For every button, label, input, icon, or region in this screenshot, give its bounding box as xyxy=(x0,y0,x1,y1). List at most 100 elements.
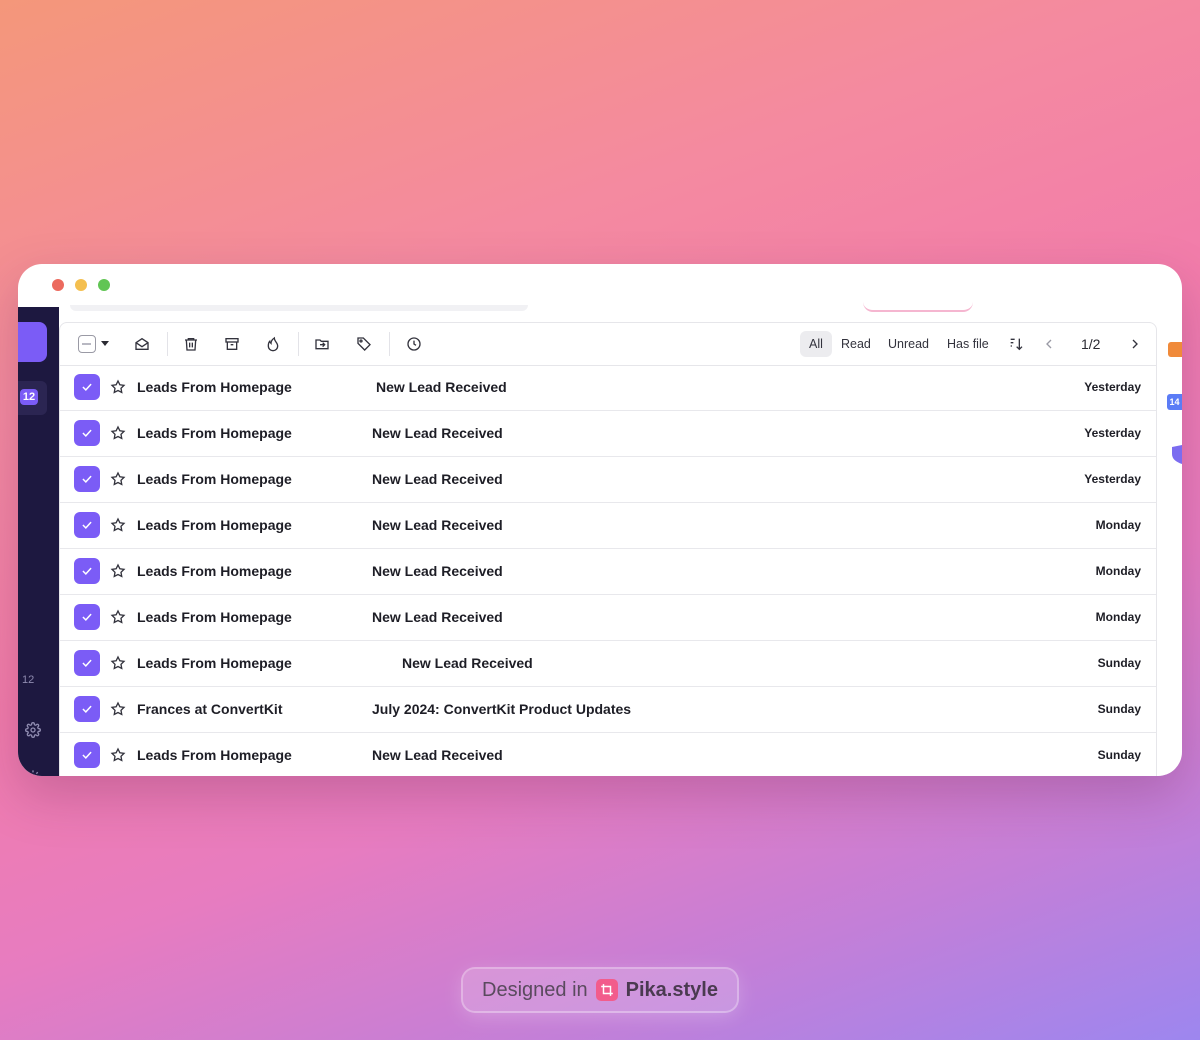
email-date: Yesterday xyxy=(1084,380,1141,394)
checkmark-icon xyxy=(82,705,92,713)
close-window-button[interactable] xyxy=(52,279,64,291)
row-checkbox[interactable] xyxy=(74,512,100,538)
row-checkbox[interactable] xyxy=(74,420,100,446)
checkmark-icon xyxy=(82,475,92,483)
email-subject: New Lead Received xyxy=(402,655,533,671)
checkmark-icon xyxy=(82,521,92,529)
checkmark-icon xyxy=(82,659,92,667)
email-subject: New Lead Received xyxy=(372,517,503,533)
pika-style-credit: Designed in Pika.style xyxy=(463,969,737,1011)
star-icon[interactable] xyxy=(110,425,126,441)
email-date: Yesterday xyxy=(1084,426,1141,440)
email-subject: New Lead Received xyxy=(372,471,503,487)
star-icon[interactable] xyxy=(110,701,126,717)
previous-page-chevron-icon[interactable] xyxy=(1039,334,1059,354)
email-list-panel: All Read Unread Has file 1/2 Leads From … xyxy=(59,322,1157,776)
star-icon[interactable] xyxy=(110,609,126,625)
archive-icon[interactable] xyxy=(222,334,242,354)
row-checkbox[interactable] xyxy=(74,696,100,722)
minimize-window-button[interactable] xyxy=(75,279,87,291)
mark-read-envelope-icon[interactable] xyxy=(132,334,152,354)
filter-all[interactable]: All xyxy=(800,331,832,357)
pika-logo-icon xyxy=(595,979,618,1001)
email-date: Sunday xyxy=(1097,702,1141,716)
sort-order-icon[interactable] xyxy=(1006,334,1026,354)
email-toolbar: All Read Unread Has file 1/2 xyxy=(60,323,1156,366)
spam-flame-icon[interactable] xyxy=(263,334,283,354)
email-row[interactable]: Leads From Homepage New Lead Received Mo… xyxy=(60,503,1156,549)
email-subject: New Lead Received xyxy=(372,609,503,625)
email-row[interactable]: Leads From Homepage New Lead Received Mo… xyxy=(60,595,1156,641)
row-checkbox[interactable] xyxy=(74,558,100,584)
filter-read[interactable]: Read xyxy=(832,331,880,357)
unread-count-badge: 12 xyxy=(20,389,38,405)
sidebar-item-inbox[interactable]: 12 xyxy=(18,381,47,415)
email-row[interactable]: Leads From Homepage New Lead Received Mo… xyxy=(60,549,1156,595)
credit-prefix: Designed in xyxy=(482,978,588,1001)
email-row[interactable]: Leads From Homepage New Lead Received Ye… xyxy=(60,457,1156,503)
select-dropdown-caret-icon[interactable] xyxy=(101,341,109,346)
select-all-checkbox[interactable] xyxy=(78,335,96,353)
email-sender: Leads From Homepage xyxy=(137,655,292,671)
mail-app-window: 12 12 All Read Unread Has file 1/2 Leads… xyxy=(18,264,1182,776)
email-subject: New Lead Received xyxy=(372,747,503,763)
sidebar: 12 12 xyxy=(18,307,59,776)
email-row[interactable]: Leads From Homepage New Lead Received Ye… xyxy=(60,411,1156,457)
email-sender: Leads From Homepage xyxy=(137,609,292,625)
star-icon[interactable] xyxy=(110,563,126,579)
email-date: Monday xyxy=(1095,518,1141,532)
trash-icon[interactable] xyxy=(181,334,201,354)
next-page-chevron-icon[interactable] xyxy=(1125,334,1145,354)
email-sender: Frances at ConvertKit xyxy=(137,701,283,717)
credit-brand: Pika.style xyxy=(625,978,718,1001)
email-subject: New Lead Received xyxy=(372,563,503,579)
star-icon[interactable] xyxy=(110,747,126,763)
email-row[interactable]: Leads From Homepage New Lead Received Su… xyxy=(60,641,1156,687)
snooze-clock-icon[interactable] xyxy=(404,334,424,354)
row-checkbox[interactable] xyxy=(74,650,100,676)
right-panel-app-icon[interactable] xyxy=(1168,342,1182,357)
checkmark-icon xyxy=(82,613,92,621)
maximize-window-button[interactable] xyxy=(98,279,110,291)
email-row[interactable]: Leads From Homepage New Lead Received Ye… xyxy=(60,365,1156,411)
email-row[interactable]: Frances at ConvertKit July 2024: Convert… xyxy=(60,687,1156,733)
header-accent-edge xyxy=(863,302,973,312)
tag-icon[interactable] xyxy=(354,334,374,354)
email-sender: Leads From Homepage xyxy=(137,471,292,487)
toolbar-divider xyxy=(389,332,390,356)
row-checkbox[interactable] xyxy=(74,604,100,630)
star-icon[interactable] xyxy=(110,471,126,487)
email-date: Monday xyxy=(1095,564,1141,578)
secondary-gear-icon[interactable] xyxy=(25,769,41,776)
checkmark-icon xyxy=(82,751,92,759)
toolbar-divider xyxy=(167,332,168,356)
right-panel-calendar-badge[interactable]: 14 xyxy=(1167,394,1182,410)
filter-has-file[interactable]: Has file xyxy=(938,331,998,357)
row-checkbox[interactable] xyxy=(74,742,100,768)
star-icon[interactable] xyxy=(110,517,126,533)
sidebar-active-item[interactable] xyxy=(18,322,47,362)
email-row[interactable]: Leads From Homepage New Lead Received Su… xyxy=(60,733,1156,776)
pagination-indicator: 1/2 xyxy=(1081,336,1101,352)
email-sender: Leads From Homepage xyxy=(137,379,292,395)
star-icon[interactable] xyxy=(110,379,126,395)
settings-gear-icon[interactable] xyxy=(25,722,41,738)
checkmark-icon xyxy=(82,383,92,391)
search-bar-edge xyxy=(70,305,528,311)
star-icon[interactable] xyxy=(110,655,126,671)
checkmark-icon xyxy=(82,567,92,575)
email-sender: Leads From Homepage xyxy=(137,747,292,763)
email-date: Yesterday xyxy=(1084,472,1141,486)
move-to-folder-icon[interactable] xyxy=(312,334,332,354)
email-subject: July 2024: ConvertKit Product Updates xyxy=(372,701,632,717)
toolbar-divider xyxy=(298,332,299,356)
email-sender: Leads From Homepage xyxy=(137,563,292,579)
checkmark-icon xyxy=(82,429,92,437)
row-checkbox[interactable] xyxy=(74,374,100,400)
filter-unread[interactable]: Unread xyxy=(879,331,938,357)
sidebar-count-label: 12 xyxy=(22,674,35,686)
email-list: Leads From Homepage New Lead Received Ye… xyxy=(60,365,1156,776)
row-checkbox[interactable] xyxy=(74,466,100,492)
email-sender: Leads From Homepage xyxy=(137,517,292,533)
shield-icon[interactable] xyxy=(1168,444,1182,464)
